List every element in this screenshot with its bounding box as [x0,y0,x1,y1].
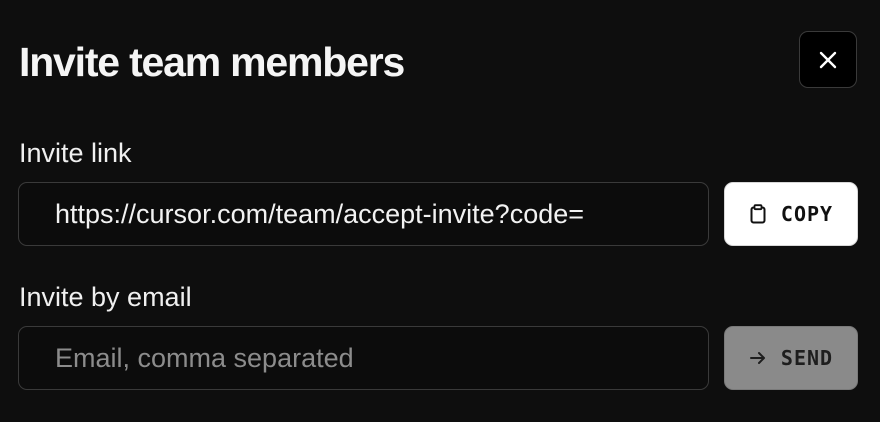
invite-link-field[interactable] [18,182,709,246]
dialog-title: Invite team members [19,39,405,85]
invite-email-label: Invite by email [19,282,192,312]
close-button[interactable] [799,31,857,88]
copy-label: COPY [780,202,834,226]
copy-button[interactable]: COPY [724,182,858,246]
close-icon [818,50,838,70]
invite-dialog: Invite team members Invite link COPY Inv… [0,0,880,422]
send-label: SEND [780,346,834,370]
email-field[interactable] [18,326,709,390]
send-button[interactable]: SEND [724,326,858,390]
invite-link-label: Invite link [19,138,132,168]
clipboard-icon [749,204,767,224]
arrow-right-icon [749,350,767,366]
